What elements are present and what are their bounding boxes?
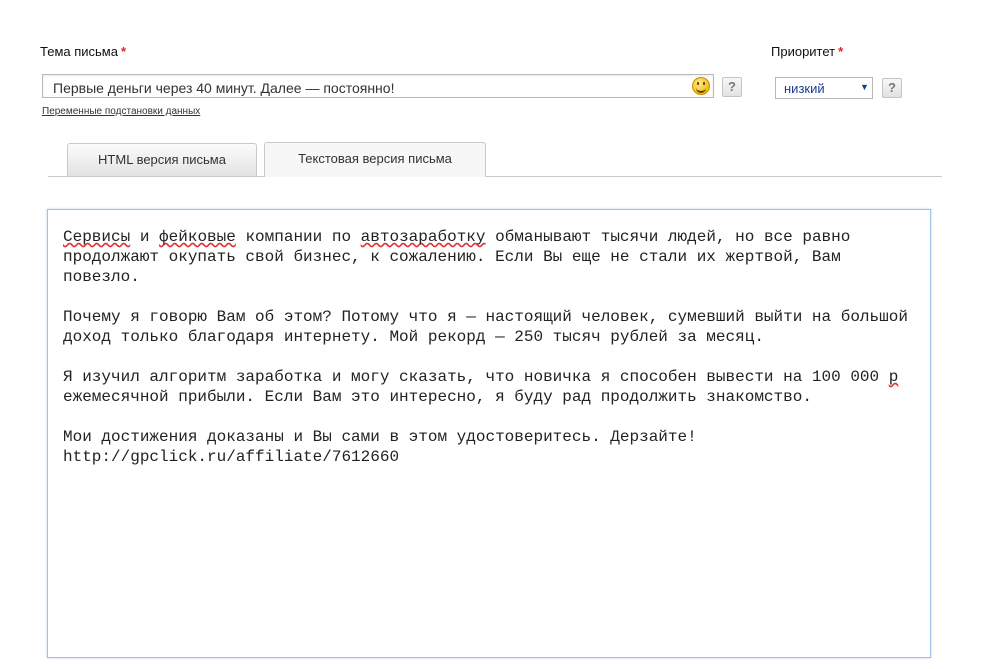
body-text-fragment: и (130, 228, 160, 246)
body-text-fragment: компании по (235, 228, 361, 246)
priority-label: Приоритет * (771, 44, 843, 59)
body-text-fragment: Я изучил алгоритм заработка и могу сказа… (63, 368, 889, 386)
body-paragraph-4: Мои достижения доказаны и Вы сами в этом… (63, 428, 697, 466)
body-paragraph-2: Почему я говорю Вам об этом? Потому что … (63, 308, 918, 346)
spellcheck-word: автозаработку (360, 228, 486, 246)
smiley-icon[interactable] (692, 77, 710, 95)
subject-input-value[interactable]: Первые деньги через 40 минут. Далее — по… (53, 80, 394, 96)
spellcheck-word: Сервисы (63, 228, 131, 246)
spellcheck-word: фейковые (159, 228, 236, 246)
tab-html-version[interactable]: HTML версия письма (67, 143, 257, 176)
priority-required-mark: * (838, 44, 844, 59)
body-paragraph-3: Я изучил алгоритм заработка и могу сказа… (63, 367, 913, 407)
tab-divider (48, 176, 942, 177)
priority-help-button[interactable]: ? (882, 78, 902, 98)
priority-label-text: Приоритет (771, 44, 836, 59)
variables-link[interactable]: Переменные подстановки данных (42, 106, 200, 117)
message-body-text[interactable]: Сервисы и фейковые компании по автозараб… (63, 227, 913, 487)
chevron-down-icon[interactable]: ▼ (860, 82, 869, 92)
subject-help-button[interactable]: ? (722, 77, 742, 97)
subject-required-mark: * (120, 44, 127, 59)
subject-label: Тема письма * (40, 44, 126, 59)
priority-select-value[interactable]: низкий (784, 81, 825, 96)
tab-text-version[interactable]: Текстовая версия письма (264, 142, 486, 177)
spellcheck-word: р (888, 368, 899, 386)
subject-label-text: Тема письма (40, 44, 118, 59)
body-paragraph-1: Сервисы и фейковые компании по автозараб… (63, 227, 913, 287)
